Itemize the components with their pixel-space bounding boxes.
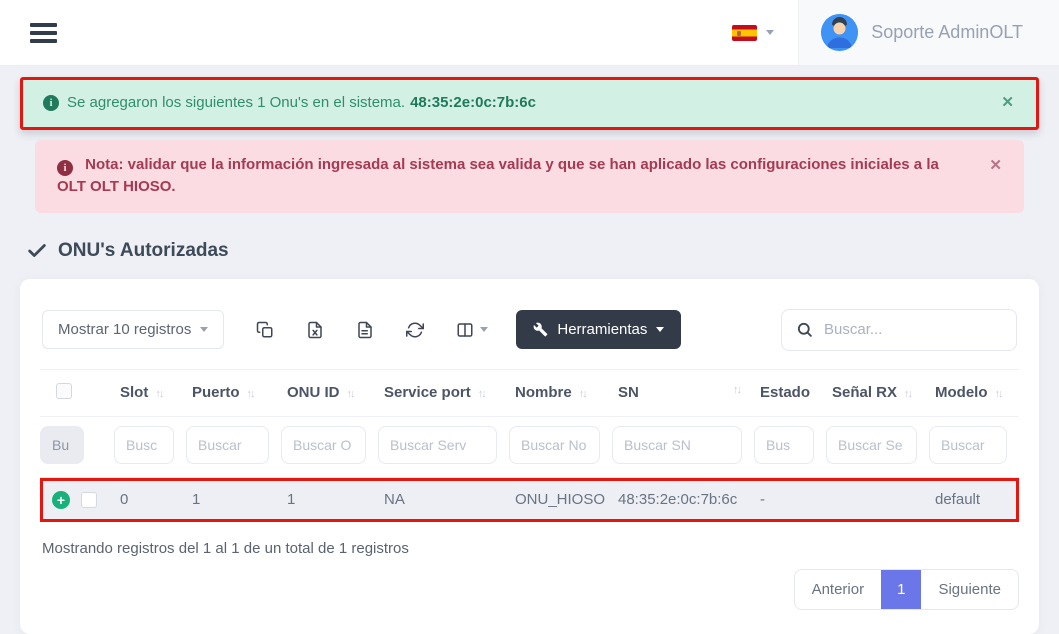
excel-file-icon [306,321,324,339]
sort-icon: ↑↓ [904,388,911,400]
tools-dropdown-button[interactable]: Herramientas [516,310,681,349]
sort-icon: ↑↓ [733,384,740,396]
sort-icon: ↑↓ [579,388,586,400]
entries-dropdown-label: Mostrar 10 registros [58,321,191,338]
header-senal-rx[interactable]: Señal RX↑↓ [826,369,929,417]
refresh-icon [406,321,424,339]
column-visibility-button[interactable] [440,313,504,347]
warning-alert: i Nota: validar que la información ingre… [35,140,1024,213]
avatar [821,14,858,51]
columns-icon [456,321,474,339]
cell-estado: - [754,478,826,522]
onu-table: Slot↑↓ Puerto↑↓ ONU ID↑↓ Service port↑↓ … [40,369,1019,522]
expand-row-icon[interactable]: + [52,491,70,509]
chevron-down-icon [200,327,208,332]
cell-puerto: 1 [186,478,281,522]
file-text-icon [356,321,374,339]
chevron-down-icon [480,327,488,332]
success-alert-text: Se agregaron los siguientes 1 Onu's en e… [67,92,405,115]
pagination-next-button[interactable]: Siguiente [921,570,1018,609]
copy-icon [256,321,274,339]
table-search [781,309,1017,351]
close-icon[interactable]: ✕ [989,155,1002,178]
cell-sn: 48:35:2e:0c:7b:6c [612,478,754,522]
filter-nombre-input[interactable] [509,426,600,464]
success-alert-sn: 48:35:2e:0c:7b:6c [410,92,536,115]
warning-alert-text: Nota: validar que la información ingresa… [57,156,939,196]
export-excel-button[interactable] [290,313,340,347]
cell-nombre: ONU_HIOSO [509,478,612,522]
annotation-success-alert: i Se agregaron los siguientes 1 Onu's en… [20,77,1039,130]
header-estado: Estado [754,369,826,417]
filter-onu-id-input[interactable] [281,426,366,464]
header-puerto[interactable]: Puerto↑↓ [186,369,281,417]
header-row: Slot↑↓ Puerto↑↓ ONU ID↑↓ Service port↑↓ … [40,369,1019,417]
filter-service-port-input[interactable] [378,426,497,464]
chevron-down-icon [656,327,664,332]
user-name: Soporte AdminOLT [871,22,1023,43]
sort-icon: ↑↓ [247,388,254,400]
header-nombre[interactable]: Nombre↑↓ [509,369,612,417]
pagination: Anterior 1 Siguiente [794,569,1019,610]
check-icon [26,240,48,262]
table-row: + 0 1 1 NA ONU_HIOSO 48:35:2e:0c:7b:6c -… [40,478,1019,522]
header-sn[interactable]: SN↑↓ [612,369,754,417]
filter-estado-input[interactable] [754,426,814,464]
filter-modelo-input[interactable] [929,426,1007,464]
search-icon [796,321,813,338]
sort-icon: ↑↓ [155,388,162,400]
spain-flag-icon [732,25,757,41]
header-onu-id[interactable]: ONU ID↑↓ [281,369,378,417]
sort-icon: ↑↓ [995,388,1002,400]
row-checkbox[interactable] [81,492,97,508]
info-icon: i [57,160,73,176]
header-slot[interactable]: Slot↑↓ [114,369,186,417]
pagination-page-1-button[interactable]: 1 [881,570,921,609]
cell-service-port: NA [378,478,509,522]
close-icon[interactable]: ✕ [1001,92,1014,115]
success-alert: i Se agregaron los siguientes 1 Onu's en… [23,80,1036,127]
language-selector[interactable] [708,0,798,65]
onu-table-card: Mostrar 10 registros [20,279,1039,634]
filter-select-input [40,426,84,464]
user-menu[interactable]: Soporte AdminOLT [799,0,1059,65]
tools-dropdown-label: Herramientas [557,321,647,338]
header-service-port[interactable]: Service port↑↓ [378,369,509,417]
sort-icon: ↑↓ [478,388,485,400]
page-title: ONU's Autorizadas [26,240,1033,262]
search-input[interactable] [824,321,1002,338]
filter-puerto-input[interactable] [186,426,269,464]
header-select [40,369,114,417]
info-icon: i [43,95,59,111]
filter-sn-input[interactable] [612,426,742,464]
filter-slot-input[interactable] [114,426,174,464]
table-summary: Mostrando registros del 1 al 1 de un tot… [42,540,1017,557]
export-file-button[interactable] [340,313,390,347]
select-all-checkbox[interactable] [56,383,72,399]
filter-row [40,417,1019,478]
entries-dropdown[interactable]: Mostrar 10 registros [42,310,224,349]
wrench-icon [533,322,548,337]
cell-onu-id: 1 [281,478,378,522]
header-modelo[interactable]: Modelo↑↓ [929,369,1019,417]
page-title-text: ONU's Autorizadas [58,240,229,262]
pagination-prev-button[interactable]: Anterior [795,570,882,609]
refresh-button[interactable] [390,313,440,347]
copy-button[interactable] [240,313,290,347]
cell-senal-rx [826,478,929,522]
menu-toggle-icon[interactable] [30,23,57,43]
sort-icon: ↑↓ [347,388,354,400]
filter-senal-rx-input[interactable] [826,426,917,464]
chevron-down-icon [766,30,774,35]
table-toolbar: Mostrar 10 registros [42,309,1017,351]
top-navbar: Soporte AdminOLT [0,0,1059,66]
cell-modelo: default [929,478,1019,522]
cell-slot: 0 [114,478,186,522]
